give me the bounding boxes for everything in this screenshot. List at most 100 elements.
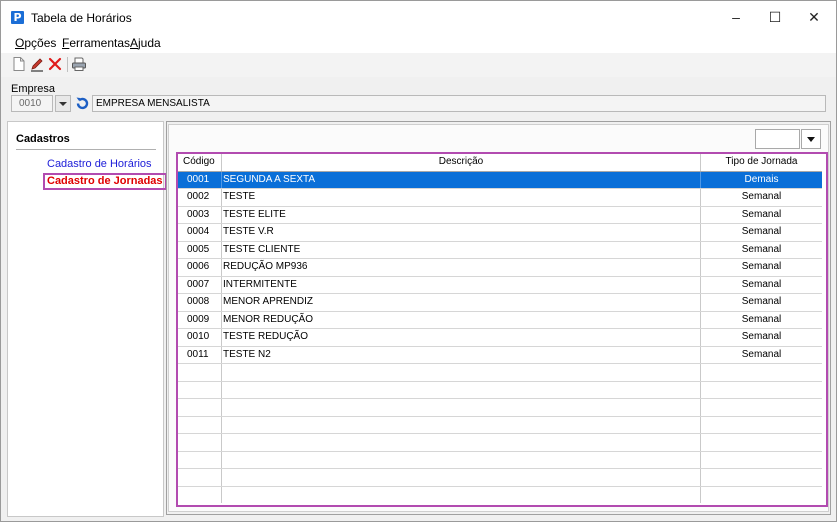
empty-table-row[interactable]	[178, 399, 822, 417]
cell-codigo: 0005	[178, 241, 222, 258]
cell-tipo-jornada	[701, 364, 822, 381]
cell-tipo-jornada: Semanal	[741, 243, 782, 255]
minimize-button[interactable]: –	[716, 1, 756, 33]
cell-codigo	[178, 486, 222, 503]
cell-tipo-jornada: Semanal	[741, 296, 782, 307]
menu-ajuda-label: juda	[138, 36, 161, 50]
delete-icon[interactable]	[47, 56, 63, 72]
table-row[interactable]: 0005 TESTE CLIENTE Semanal	[178, 241, 822, 259]
toolbar	[1, 53, 836, 77]
cadastro-horarios-link[interactable]: Cadastro de Horários	[47, 158, 152, 170]
window-title: Tabela de Horários	[31, 11, 132, 25]
header-tipo-jornada[interactable]: Tipo de Jornada	[701, 154, 822, 171]
filter-combobox[interactable]	[755, 129, 800, 149]
cell-descricao: TESTE CLIENTE	[222, 241, 701, 258]
cell-tipo-jornada: Semanal	[741, 313, 782, 325]
empty-table-row[interactable]	[178, 364, 822, 382]
empty-table-row[interactable]	[178, 469, 822, 487]
table-row[interactable]: 0003 TESTE ELITE Semanal	[178, 206, 822, 224]
cell-codigo: 0002	[178, 189, 222, 206]
refresh-icon[interactable]	[74, 95, 91, 112]
cell-codigo	[178, 434, 222, 451]
cell-descricao: TESTE N2	[222, 346, 701, 363]
grid-header: Código Descrição Tipo de Jornada	[178, 154, 822, 172]
header-descricao[interactable]: Descrição	[222, 154, 701, 171]
cell-descricao: MENOR APRENDIZ	[222, 294, 701, 311]
cell-descricao: TESTE ELITE	[222, 206, 701, 223]
table-row[interactable]: 0009 MENOR REDUÇÃO Semanal	[178, 311, 822, 329]
cell-codigo: 0009	[178, 311, 222, 328]
print-icon[interactable]	[71, 56, 87, 72]
cell-descricao	[222, 416, 701, 433]
header-codigo[interactable]: Código	[178, 154, 222, 171]
menu-ajuda[interactable]: Ajuda	[130, 36, 161, 50]
cadastro-jornadas-link[interactable]: Cadastro de Jornadas	[43, 173, 167, 190]
cell-codigo: 0006	[178, 259, 222, 276]
empty-table-row[interactable]	[178, 434, 822, 452]
cell-descricao	[222, 399, 701, 416]
empresa-dropdown-button[interactable]	[55, 95, 71, 112]
cell-codigo	[178, 469, 222, 486]
maximize-button[interactable]: ☐	[755, 1, 795, 33]
empty-table-row[interactable]	[178, 451, 822, 469]
table-row[interactable]: 0004 TESTE V.R Semanal	[178, 224, 822, 242]
cell-tipo-jornada: Semanal	[741, 331, 782, 342]
empty-table-row[interactable]	[178, 416, 822, 434]
cell-codigo	[178, 381, 222, 398]
cell-codigo	[178, 364, 222, 381]
table-row[interactable]: 0007 INTERMITENTE Semanal	[178, 276, 822, 294]
app-window: P Tabela de Horários – ☐ ✕ Opções Ferram…	[0, 0, 837, 522]
cell-tipo-jornada	[701, 417, 822, 434]
empty-table-row[interactable]	[178, 486, 822, 504]
cell-descricao	[222, 451, 701, 468]
cell-tipo-jornada: Semanal	[741, 226, 782, 237]
cell-descricao	[222, 486, 701, 503]
empresa-label: Empresa	[11, 83, 56, 95]
cell-codigo: 0010	[178, 329, 222, 346]
cell-codigo	[178, 399, 222, 416]
menu-opcoes-accesskey: O	[15, 36, 25, 50]
cell-tipo-jornada: Demais	[744, 173, 779, 185]
table-row[interactable]: 0006 REDUÇÃO MP936 Semanal	[178, 259, 822, 277]
cell-codigo	[178, 451, 222, 468]
cadastros-divider	[16, 149, 156, 150]
menu-ferramentas-label: erramentas	[69, 36, 131, 50]
table-row[interactable]: 0008 MENOR APRENDIZ Semanal	[178, 294, 822, 312]
menu-ajuda-accesskey: A	[130, 36, 139, 50]
empty-table-row[interactable]	[178, 381, 822, 399]
empresa-code-field[interactable]: 0010	[11, 95, 53, 112]
cell-tipo-jornada	[701, 487, 822, 504]
cell-codigo: 0004	[178, 224, 222, 241]
cell-codigo: 0001	[178, 171, 222, 188]
title-bar: P Tabela de Horários – ☐ ✕	[1, 1, 836, 33]
cell-codigo: 0011	[178, 346, 222, 363]
cell-codigo	[178, 416, 222, 433]
table-row[interactable]: 0001 SEGUNDA A SEXTA Demais	[178, 171, 822, 189]
toolbar-separator	[67, 57, 68, 72]
cell-tipo-jornada	[701, 452, 822, 469]
close-button[interactable]: ✕	[794, 1, 834, 33]
cell-descricao: INTERMITENTE	[222, 276, 701, 293]
cell-codigo: 0007	[178, 276, 222, 293]
jornadas-grid: Código Descrição Tipo de Jornada 0001 SEG…	[178, 154, 824, 503]
menu-ferramentas[interactable]: Ferramentas	[62, 36, 130, 50]
cell-tipo-jornada: Semanal	[741, 191, 782, 202]
cell-tipo-jornada: Semanal	[741, 348, 782, 360]
menu-opcoes[interactable]: Opções	[15, 36, 56, 50]
filter-dropdown-button[interactable]	[801, 129, 821, 149]
cadastros-panel: Cadastros Cadastro de Horários Cadastro …	[7, 121, 167, 517]
cell-tipo-jornada: Semanal	[741, 261, 782, 272]
cell-tipo-jornada	[701, 434, 822, 451]
app-logo-icon: P	[11, 11, 24, 24]
cell-codigo: 0003	[178, 206, 222, 223]
table-row[interactable]: 0011 TESTE N2 Semanal	[178, 346, 822, 364]
edit-pencil-icon[interactable]	[29, 56, 45, 72]
cell-descricao	[222, 469, 701, 486]
cell-descricao: MENOR REDUÇÃO	[222, 311, 701, 328]
new-document-icon[interactable]	[11, 56, 27, 72]
table-row[interactable]: 0002 TESTE Semanal	[178, 189, 822, 207]
cell-tipo-jornada	[701, 469, 822, 486]
cell-tipo-jornada: Semanal	[741, 278, 782, 290]
cell-tipo-jornada	[701, 382, 822, 399]
table-row[interactable]: 0010 TESTE REDUÇÃO Semanal	[178, 329, 822, 347]
